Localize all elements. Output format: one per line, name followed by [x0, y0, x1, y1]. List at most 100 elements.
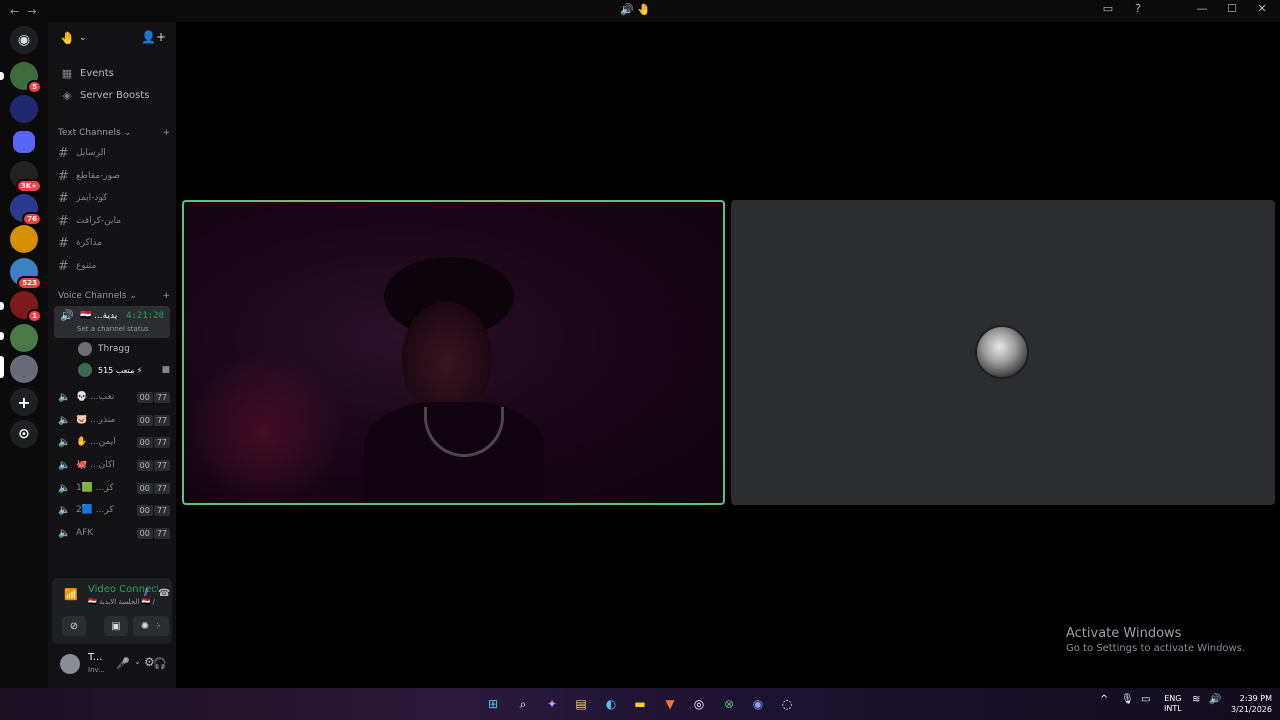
input-language[interactable]: ENG INTL	[1164, 694, 1182, 714]
channel-label: صور-مقاطع	[76, 171, 120, 181]
noise-suppression-icon[interactable]: ⫽	[144, 588, 148, 599]
text-channels-category[interactable]: Text Channels ⌄ +	[58, 128, 170, 138]
channel-label: 1🟩 ...كر	[76, 483, 114, 493]
chevron-down-icon[interactable]: ⌄	[134, 657, 141, 666]
windows-start-icon[interactable]: ⊞	[484, 695, 502, 713]
voice-channel[interactable]: 🔈 AFK 00 77	[54, 523, 170, 543]
minimize-button[interactable]: —	[1194, 2, 1210, 15]
discord-window: ← → 🔊 🤚 ▭ ? — ☐ ✕ ◉ 5 3K+ 76 523 1 + ⊙ 🤚…	[0, 0, 1280, 688]
text-channel[interactable]: # كود-ايمز	[54, 188, 170, 208]
server-icon[interactable]: 5	[10, 62, 42, 94]
create-channel-icon[interactable]: +	[162, 128, 170, 138]
user-status: Inv...	[88, 666, 105, 674]
server-icon[interactable]: 523	[10, 258, 42, 290]
text-channel[interactable]: # مذاكرة	[54, 233, 170, 253]
signal-icon[interactable]: 📶	[64, 588, 78, 601]
server-icon[interactable]	[10, 95, 38, 123]
discord-taskbar-icon[interactable]: ◉	[749, 695, 767, 713]
text-channel[interactable]: # صور-مقاطع	[54, 166, 170, 186]
microphone-icon[interactable]: 🎤	[116, 657, 130, 670]
username[interactable]: T...	[88, 652, 102, 663]
text-channel[interactable]: # الرسايل	[54, 143, 170, 163]
tray-overflow-icon[interactable]: ^	[1100, 694, 1108, 705]
server-boosts-link[interactable]: ◈ Server Boosts	[54, 85, 170, 105]
channel-label: الرسايل	[76, 148, 106, 158]
inbox-icon[interactable]: ▭	[1100, 2, 1116, 15]
create-channel-icon[interactable]: +	[162, 291, 170, 301]
screen-share-button[interactable]: ▣	[104, 616, 128, 636]
help-icon[interactable]: ?	[1130, 2, 1146, 15]
set-channel-status-link[interactable]: Set a channel status	[77, 325, 149, 333]
server-icon[interactable]: 3K+	[10, 161, 42, 193]
active-voice-channel[interactable]: 🔊 🇪🇬 ...يدية 4:21:28 Set a channel statu…	[54, 306, 170, 338]
voice-channel[interactable]: 🔈 🐷 ...منذر 00 77	[54, 410, 170, 430]
headphones-icon[interactable]: 🎧	[153, 657, 167, 670]
voice-channels-category[interactable]: Voice Channels ⌄ +	[58, 291, 170, 301]
search-icon[interactable]: ⌕	[514, 695, 532, 713]
user-count: 00	[136, 527, 153, 539]
settings-gear-icon[interactable]: ⚙	[144, 655, 155, 669]
text-channel[interactable]: # ماين-كرافت	[54, 211, 170, 231]
selected-pill	[0, 356, 4, 378]
voice-channel[interactable]: 🔈 💀 ...تعب 00 77	[54, 387, 170, 407]
display-tray-icon[interactable]: ▭	[1141, 694, 1150, 705]
server-icon[interactable]: 1	[10, 291, 42, 323]
speaker-icon: 🔊	[60, 309, 74, 322]
file-explorer-icon[interactable]: ▬	[631, 695, 649, 713]
voice-channel[interactable]: 🔈 2🟦 ...كر 00 77	[54, 500, 170, 520]
video-tile-camera[interactable]	[182, 200, 725, 505]
server-folder-icon[interactable]	[13, 131, 35, 153]
close-button[interactable]: ✕	[1254, 2, 1270, 15]
forward-arrow-icon[interactable]: →	[27, 5, 36, 18]
events-link[interactable]: ▦ Events	[54, 63, 170, 83]
microphone-tray-icon[interactable]: 🎙	[1121, 694, 1134, 705]
voice-channel[interactable]: 🔈 🐙 ...اكان 00 77	[54, 455, 170, 475]
app-icon[interactable]: ◌	[778, 695, 796, 713]
channel-sidebar: 🤚 ⌄ 👤+ ▦ Events ◈ Server Boosts Text Cha…	[48, 22, 176, 688]
camera-off-button[interactable]: ⊘	[62, 616, 86, 636]
text-channel[interactable]: # متنوع	[54, 256, 170, 276]
unread-pill	[0, 302, 4, 310]
volume-icon[interactable]: 🔊	[1209, 694, 1221, 705]
wifi-icon[interactable]: ≋	[1192, 694, 1200, 705]
steam-icon[interactable]: ◎	[690, 695, 708, 713]
soundboard-button[interactable]: ✺	[133, 616, 157, 636]
user-count: 00	[136, 504, 153, 516]
server-header[interactable]: 🤚 ⌄ 👤+	[48, 22, 176, 54]
discover-icon[interactable]: ⊙	[10, 420, 38, 448]
user-count: 00	[136, 391, 153, 403]
maximize-button[interactable]: ☐	[1224, 2, 1240, 15]
invite-people-icon[interactable]: 👤+	[141, 30, 166, 44]
channel-label: 💀 ...تعب	[76, 392, 115, 402]
system-clock[interactable]: 2:39 PM 3/21/2026	[1228, 693, 1272, 715]
voice-member[interactable]: Thragg	[78, 340, 170, 358]
brave-icon[interactable]: ▼	[661, 695, 679, 713]
connection-channel[interactable]: 🇪🇬 الجلسة الابدية 🇪🇬 / ...	[88, 598, 158, 606]
server-icon[interactable]: 76	[10, 194, 42, 226]
voice-member[interactable]: متعب 515 ⚡ ■	[78, 361, 170, 379]
chevron-down-icon: ⌄	[78, 33, 87, 43]
channel-label: مذاكرة	[76, 238, 103, 248]
server-icon[interactable]	[10, 225, 38, 253]
discord-home-icon[interactable]: ◉	[10, 26, 38, 54]
store-icon[interactable]: ▤	[572, 695, 590, 713]
copilot-icon[interactable]: ✦	[543, 695, 561, 713]
back-arrow-icon[interactable]: ←	[10, 5, 19, 18]
disconnect-icon[interactable]: ☎	[158, 588, 170, 599]
video-tile-avatar[interactable]	[731, 200, 1275, 505]
ambient-light	[184, 352, 344, 503]
server-icon[interactable]	[10, 355, 38, 383]
avatar[interactable]	[60, 654, 80, 674]
user-limit: 77	[153, 414, 170, 426]
xbox-icon[interactable]: ⊗	[720, 695, 738, 713]
participant-avatar	[975, 325, 1029, 379]
voice-channel[interactable]: 🔈 1🟩 ...كر 00 77	[54, 478, 170, 498]
voice-channel[interactable]: 🔈 ✋ ...ايمن 00 77	[54, 432, 170, 452]
mention-badge: 523	[17, 276, 42, 290]
speaker-icon: 🔈	[58, 504, 71, 516]
edge-icon[interactable]: ◐	[602, 695, 620, 713]
server-icon[interactable]	[10, 324, 38, 352]
add-server-icon[interactable]: +	[10, 388, 38, 416]
user-count: 00	[136, 436, 153, 448]
boost-icon: ◈	[62, 88, 72, 102]
